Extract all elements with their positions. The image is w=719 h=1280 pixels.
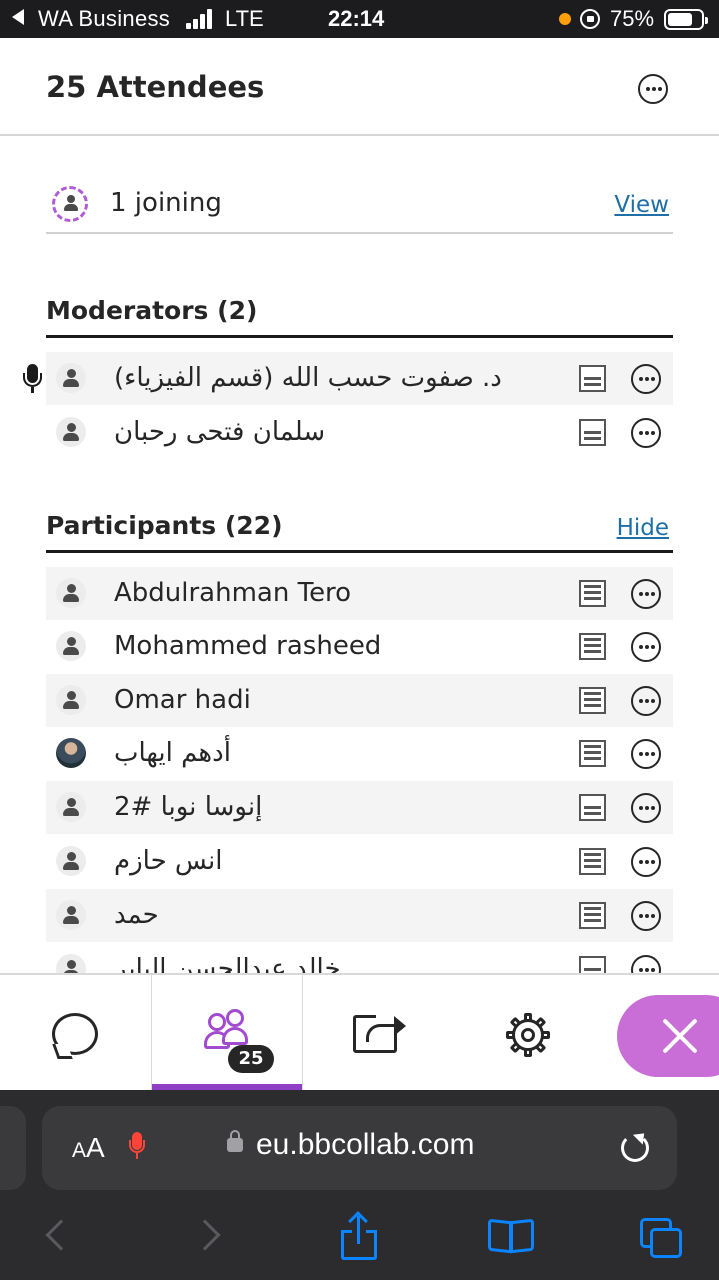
close-panel-button[interactable] (617, 995, 719, 1077)
moderators-section-header: Moderators (2) (46, 288, 673, 338)
battery-percent: 75% (610, 6, 655, 31)
orientation-lock-icon (580, 9, 600, 29)
reload-icon[interactable] (621, 1134, 649, 1162)
participant-row[interactable]: انس حازم (46, 835, 673, 888)
attendee-name: سلمان فتحى رحبان (114, 417, 326, 447)
hide-participants-link[interactable]: Hide (617, 515, 669, 541)
person-icon (56, 792, 86, 822)
participants-title: Participants (22) (46, 511, 283, 540)
person-icon (56, 417, 86, 447)
tab-share-content[interactable] (303, 975, 454, 1092)
gear-icon[interactable] (506, 1013, 550, 1057)
list-icon (579, 365, 606, 392)
attendee-more-icon[interactable] (631, 579, 661, 609)
list-icon (579, 633, 606, 660)
address-bar[interactable]: AA eu.bbcollab.com (42, 1106, 677, 1190)
mic-in-use-indicator-icon (559, 13, 571, 25)
attendee-name: حمد (114, 900, 159, 930)
person-icon (56, 363, 86, 393)
text-size-button[interactable]: AA (72, 1132, 105, 1164)
attendee-more-icon[interactable] (631, 793, 661, 823)
screen: WA Business LTE 22:14 75% 25 Attendees 1… (0, 0, 719, 1280)
attendees-header: 25 Attendees (0, 38, 719, 136)
person-icon (56, 900, 86, 930)
joining-row: 1 joining View (46, 172, 673, 234)
lock-icon (227, 1130, 243, 1152)
browser-toolbar: AA eu.bbcollab.com (0, 1090, 719, 1280)
person-icon (56, 631, 86, 661)
network-type: LTE (225, 6, 264, 31)
attendee-name: Omar hadi (114, 685, 251, 715)
attendee-more-icon[interactable] (631, 847, 661, 877)
bookmarks-icon[interactable] (488, 1218, 534, 1254)
moderator-row[interactable]: سلمان فتحى رحبان (46, 406, 673, 459)
attendee-name: Abdulrahman Tero (114, 578, 352, 608)
attendee-name: انس حازم (114, 846, 223, 876)
participants-section-header: Participants (22) Hide (46, 503, 673, 553)
attendee-more-icon[interactable] (631, 364, 661, 394)
person-icon (56, 685, 86, 715)
back-icon[interactable] (45, 1219, 77, 1251)
page-title: 25 Attendees (46, 70, 265, 104)
participant-row[interactable]: Mohammed rasheed (46, 620, 673, 673)
participant-row[interactable]: Omar hadi (46, 674, 673, 727)
battery-fill (668, 13, 692, 26)
attendee-count-badge: 25 (228, 1045, 274, 1073)
moderator-row[interactable]: د. صفوت حسب الله (قسم الفيزياء) (46, 352, 673, 405)
person-icon (59, 192, 83, 216)
person-icon (56, 578, 86, 608)
list-icon (579, 687, 606, 714)
url-text[interactable]: eu.bbcollab.com (256, 1128, 474, 1162)
back-to-app-icon[interactable] (12, 9, 24, 25)
list-icon (579, 848, 606, 875)
tab-attendees[interactable]: 25 (151, 975, 303, 1092)
attendee-more-icon[interactable] (631, 418, 661, 448)
share-content-icon[interactable] (353, 1012, 406, 1053)
attendee-name: إنوسا نوبا #2 (114, 792, 263, 822)
share-icon[interactable] (341, 1211, 377, 1260)
joining-avatar-icon (52, 186, 88, 222)
attendee-more-icon[interactable] (631, 632, 661, 662)
avatar (56, 738, 86, 768)
list-icon (579, 580, 606, 607)
moderators-title: Moderators (2) (46, 296, 258, 325)
participant-row[interactable]: إنوسا نوبا #2 (46, 781, 673, 834)
attendee-name: أدهم ايهاب (114, 738, 231, 768)
view-joining-link[interactable]: View (614, 192, 669, 218)
attendee-more-icon[interactable] (631, 686, 661, 716)
attendee-more-icon[interactable] (631, 739, 661, 769)
voice-search-icon[interactable] (129, 1132, 145, 1162)
signal-icon (186, 9, 212, 29)
forward-icon[interactable] (189, 1219, 221, 1251)
joining-label: 1 joining (110, 188, 222, 218)
attendee-name: د. صفوت حسب الله (قسم الفيزياء) (114, 363, 502, 393)
attendee-name: Mohammed rasheed (114, 631, 382, 661)
status-bar: WA Business LTE 22:14 75% (0, 0, 719, 38)
more-options-icon[interactable] (638, 74, 668, 104)
tab-chat[interactable] (0, 975, 151, 1092)
tab-settings[interactable] (454, 975, 605, 1092)
participant-row[interactable]: Abdulrahman Tero (46, 567, 673, 620)
list-icon (579, 902, 606, 929)
attendee-more-icon[interactable] (631, 901, 661, 931)
participant-row[interactable]: حمد (46, 889, 673, 942)
list-icon (579, 419, 606, 446)
clock: 22:14 (328, 6, 385, 31)
participant-row[interactable]: أدهم ايهاب (46, 727, 673, 780)
speaking-mic-icon (23, 364, 42, 394)
back-app-label[interactable]: WA Business (38, 6, 170, 32)
chat-icon[interactable] (52, 1013, 98, 1055)
previous-tab-peek[interactable] (0, 1106, 26, 1190)
session-tab-bar: 25 (0, 973, 719, 1092)
battery-icon (664, 9, 708, 30)
person-icon (56, 846, 86, 876)
list-icon (579, 794, 606, 821)
list-icon (579, 740, 606, 767)
tabs-icon[interactable] (640, 1218, 684, 1258)
